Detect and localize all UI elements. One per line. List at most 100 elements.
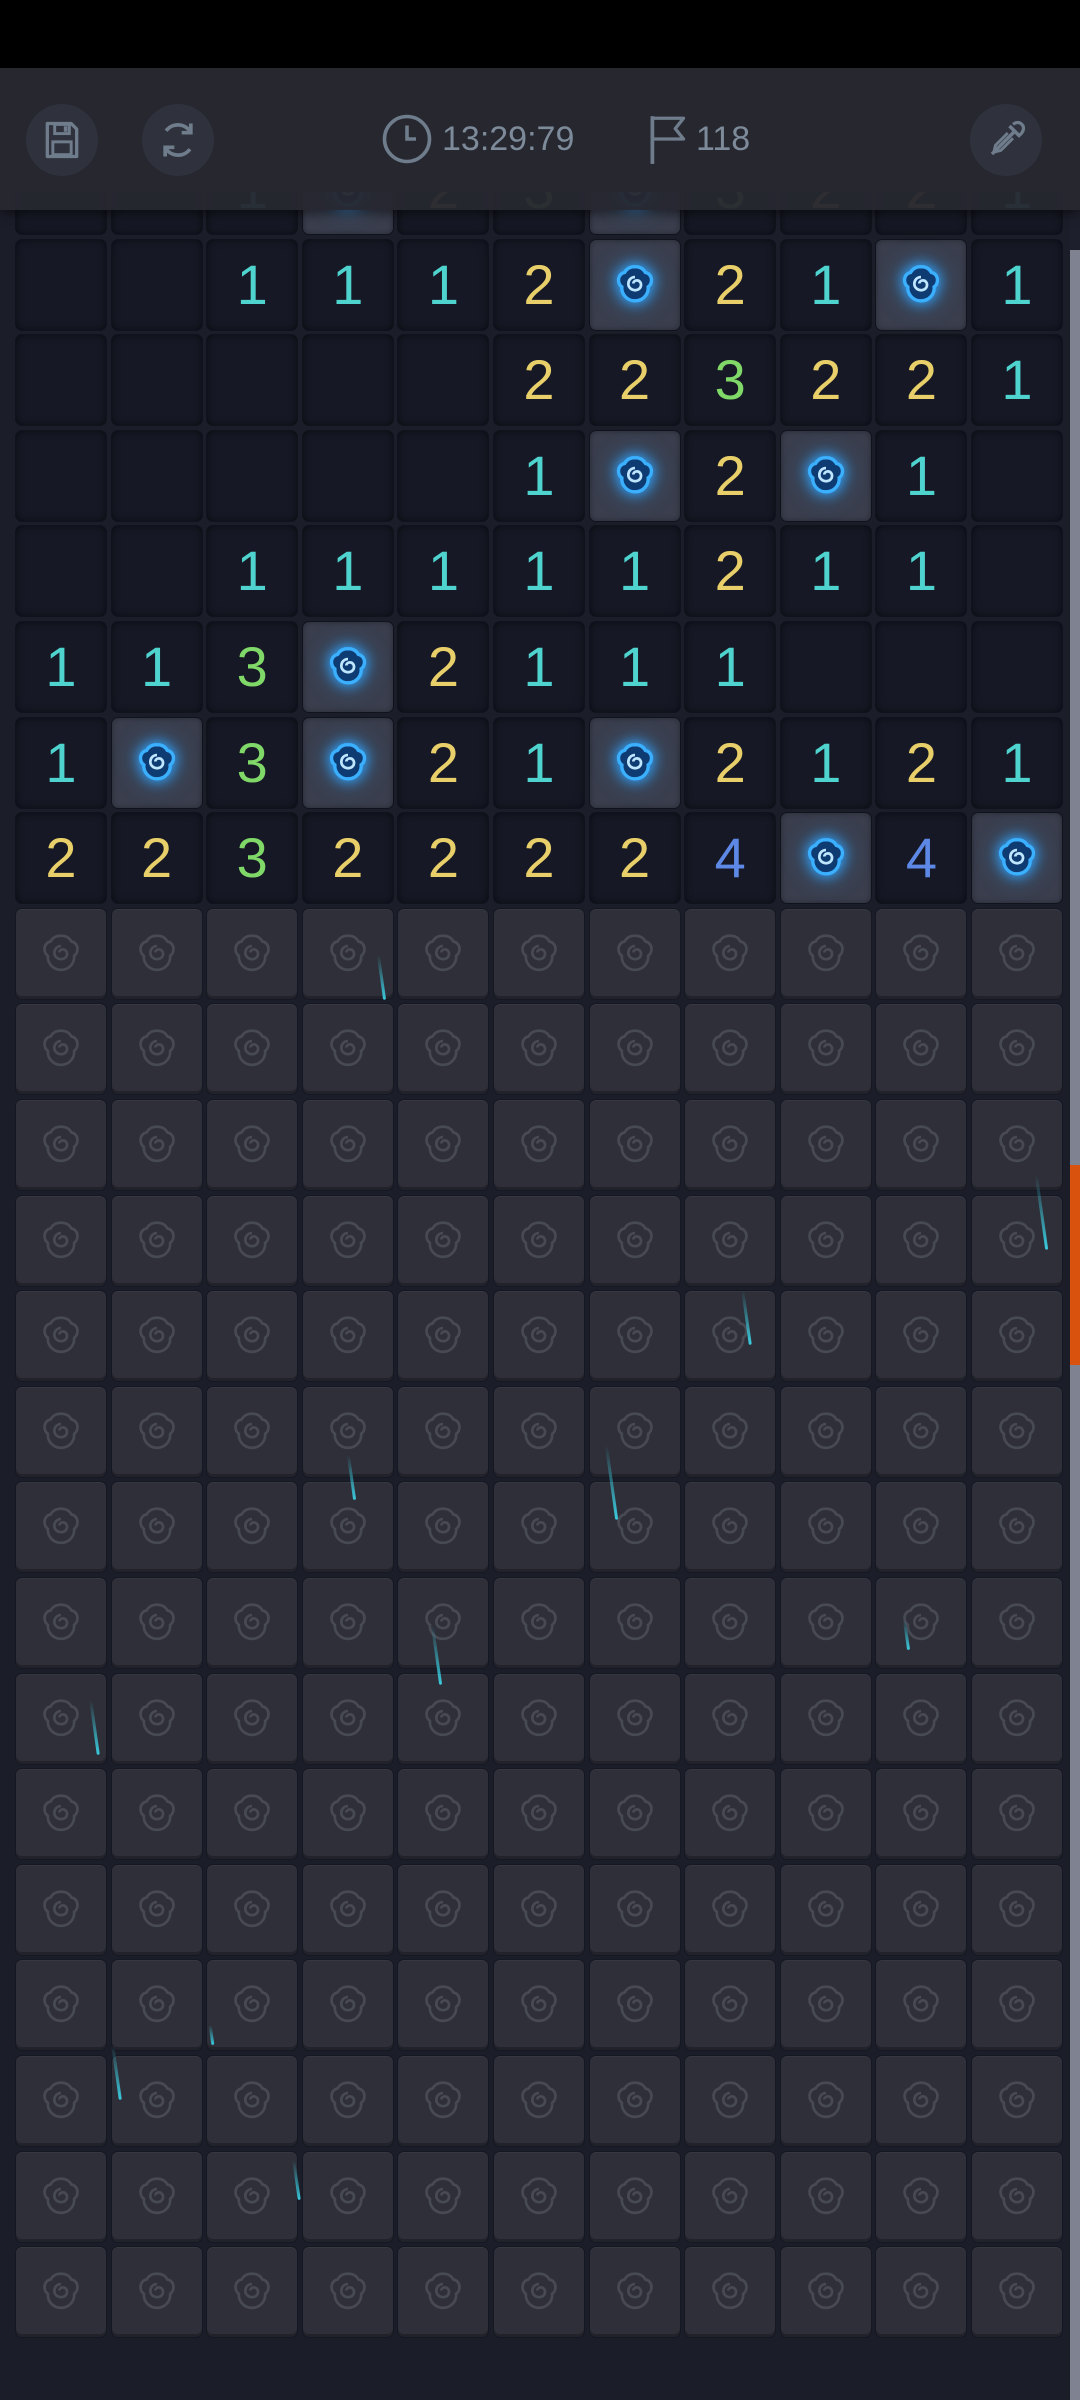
empty-cell[interactable] — [780, 622, 871, 712]
number-cell[interactable]: 2 — [589, 335, 680, 426]
covered-cell[interactable] — [780, 1004, 871, 1095]
covered-cell[interactable] — [780, 908, 871, 999]
covered-cell[interactable] — [302, 1291, 393, 1382]
number-cell[interactable]: 2 — [685, 717, 776, 808]
covered-cell[interactable] — [111, 1100, 202, 1190]
number-cell[interactable]: 1 — [207, 239, 298, 330]
covered-cell[interactable] — [207, 2056, 298, 2146]
mine-cell[interactable] — [780, 813, 871, 904]
covered-cell[interactable] — [972, 1195, 1062, 1286]
covered-cell[interactable] — [398, 2151, 489, 2242]
covered-cell[interactable] — [398, 908, 489, 999]
covered-cell[interactable] — [398, 1100, 489, 1190]
number-cell[interactable]: 2 — [780, 335, 871, 426]
number-cell[interactable]: 1 — [876, 526, 967, 617]
mine-cell[interactable] — [302, 622, 393, 712]
covered-cell[interactable] — [972, 1960, 1062, 2051]
covered-cell[interactable] — [685, 1195, 776, 1286]
covered-cell[interactable] — [494, 2056, 584, 2146]
covered-cell[interactable] — [780, 1482, 871, 1573]
covered-cell[interactable] — [16, 1195, 106, 1286]
covered-cell[interactable] — [494, 1482, 584, 1573]
number-cell[interactable]: 2 — [685, 430, 776, 521]
covered-cell[interactable] — [302, 2056, 393, 2146]
covered-cell[interactable] — [972, 2151, 1062, 2242]
number-cell[interactable]: 1 — [494, 717, 584, 808]
covered-cell[interactable] — [207, 1004, 298, 1095]
mine-cell[interactable] — [111, 717, 202, 808]
covered-cell[interactable] — [16, 1578, 106, 1668]
covered-cell[interactable] — [16, 2247, 106, 2338]
covered-cell[interactable] — [589, 1482, 680, 1573]
covered-cell[interactable] — [685, 1769, 776, 1860]
covered-cell[interactable] — [302, 1004, 393, 1095]
covered-cell[interactable] — [207, 908, 298, 999]
covered-cell[interactable] — [398, 1960, 489, 2051]
number-cell[interactable]: 2 — [398, 717, 489, 808]
empty-cell[interactable] — [111, 239, 202, 330]
number-cell[interactable]: 1 — [589, 622, 680, 712]
covered-cell[interactable] — [207, 1482, 298, 1573]
covered-cell[interactable] — [780, 1960, 871, 2051]
covered-cell[interactable] — [876, 1482, 967, 1573]
covered-cell[interactable] — [111, 1004, 202, 1095]
empty-cell[interactable] — [972, 526, 1062, 617]
number-cell[interactable]: 1 — [16, 717, 106, 808]
restart-button[interactable] — [142, 104, 214, 176]
covered-cell[interactable] — [876, 1100, 967, 1190]
covered-cell[interactable] — [589, 1195, 680, 1286]
empty-cell[interactable] — [16, 335, 106, 426]
covered-cell[interactable] — [16, 908, 106, 999]
covered-cell[interactable] — [111, 2151, 202, 2242]
number-cell[interactable]: 1 — [972, 239, 1062, 330]
covered-cell[interactable] — [972, 1673, 1062, 1764]
covered-cell[interactable] — [780, 2151, 871, 2242]
covered-cell[interactable] — [589, 2151, 680, 2242]
covered-cell[interactable] — [111, 1195, 202, 1286]
covered-cell[interactable] — [589, 1960, 680, 2051]
number-cell[interactable]: 2 — [111, 813, 202, 904]
covered-cell[interactable] — [780, 1864, 871, 1955]
covered-cell[interactable] — [207, 1195, 298, 1286]
number-cell[interactable]: 1 — [685, 622, 776, 712]
covered-cell[interactable] — [876, 1960, 967, 2051]
covered-cell[interactable] — [302, 1100, 393, 1190]
covered-cell[interactable] — [972, 908, 1062, 999]
covered-cell[interactable] — [972, 1578, 1062, 1668]
number-cell[interactable]: 1 — [972, 717, 1062, 808]
covered-cell[interactable] — [876, 1769, 967, 1860]
covered-cell[interactable] — [494, 1769, 584, 1860]
number-cell[interactable]: 1 — [780, 717, 871, 808]
covered-cell[interactable] — [972, 1004, 1062, 1095]
number-cell[interactable]: 1 — [302, 526, 393, 617]
covered-cell[interactable] — [685, 1100, 776, 1190]
covered-cell[interactable] — [494, 2247, 584, 2338]
covered-cell[interactable] — [16, 1386, 106, 1477]
mine-cell[interactable] — [780, 430, 871, 521]
covered-cell[interactable] — [589, 2247, 680, 2338]
empty-cell[interactable] — [111, 430, 202, 521]
number-cell[interactable]: 2 — [398, 622, 489, 712]
covered-cell[interactable] — [494, 1578, 584, 1668]
number-cell[interactable]: 2 — [876, 717, 967, 808]
mine-cell[interactable] — [589, 239, 680, 330]
number-cell[interactable]: 1 — [398, 526, 489, 617]
covered-cell[interactable] — [589, 1386, 680, 1477]
covered-cell[interactable] — [16, 1004, 106, 1095]
covered-cell[interactable] — [685, 1960, 776, 2051]
covered-cell[interactable] — [780, 2247, 871, 2338]
covered-cell[interactable] — [398, 1482, 489, 1573]
covered-cell[interactable] — [589, 1864, 680, 1955]
covered-cell[interactable] — [876, 1004, 967, 1095]
covered-cell[interactable] — [16, 1960, 106, 2051]
covered-cell[interactable] — [685, 1578, 776, 1668]
covered-cell[interactable] — [302, 1673, 393, 1764]
game-board[interactable]: 1233221111221122322112111111211113211113… — [0, 192, 1070, 2400]
number-cell[interactable]: 2 — [494, 813, 584, 904]
number-cell[interactable]: 1 — [207, 526, 298, 617]
empty-cell[interactable] — [972, 622, 1062, 712]
covered-cell[interactable] — [302, 1578, 393, 1668]
covered-cell[interactable] — [494, 1673, 584, 1764]
covered-cell[interactable] — [207, 1386, 298, 1477]
empty-cell[interactable] — [207, 430, 298, 521]
